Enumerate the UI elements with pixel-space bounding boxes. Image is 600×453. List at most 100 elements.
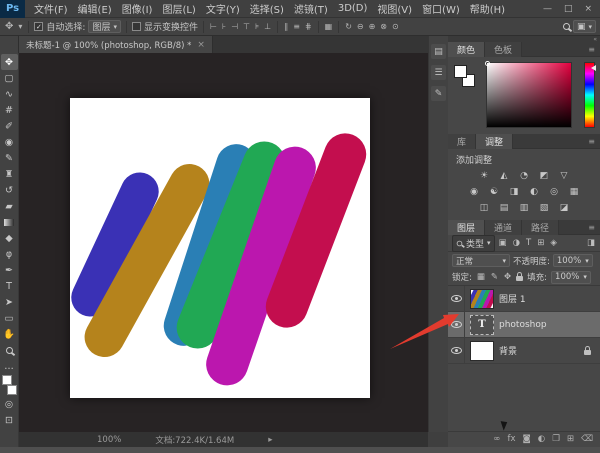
foreground-color-swatch[interactable] [2,375,12,385]
show-transform-checkbox[interactable] [132,22,141,31]
hue-slider[interactable] [584,62,595,128]
tab-paths[interactable]: 路径 [522,220,559,235]
lock-all-icon[interactable] [516,276,523,281]
auto-select-dropdown[interactable]: 图层 ▾ [88,20,121,33]
menu-item[interactable]: 窗口(W) [417,1,465,16]
collapse-panels-icon[interactable]: « [593,36,597,43]
3d-mode-icon[interactable]: ⊖ [356,22,365,31]
align-icon[interactable]: ⊢ [209,22,218,31]
menu-item[interactable]: 帮助(H) [465,1,510,16]
close-tab-icon[interactable]: × [197,40,205,50]
tab-adjustments[interactable]: 调整 [476,134,513,149]
fill-field[interactable]: 100% ▾ [551,271,591,284]
menu-item[interactable]: 编辑(E) [73,1,117,16]
adjustment-icon[interactable]: ◫ [478,202,491,214]
lock-icon[interactable]: ✥ [503,272,512,282]
adjustment-icon[interactable]: ☯ [488,186,501,198]
link-layers-icon[interactable]: ∞ [493,434,500,444]
tab-layers[interactable]: 图层 [448,220,485,235]
hand-tool[interactable]: ✋ [1,326,18,342]
adjustment-icon[interactable]: ◎ [548,186,561,198]
delete-layer-icon[interactable]: ⌫ [581,434,593,444]
3d-mode-icon[interactable]: ⊙ [391,22,400,31]
close-button[interactable]: × [584,4,592,14]
layer-row[interactable]: Tphotoshop [448,312,600,338]
healing-brush-tool[interactable]: ◉ [1,134,18,150]
menu-item[interactable]: 视图(V) [372,1,417,16]
adjustment-icon[interactable]: ◩ [538,170,551,182]
align-icon[interactable]: ⊧ [254,22,260,31]
maximize-button[interactable]: □ [564,4,573,14]
adjustment-icon[interactable]: ◨ [508,186,521,198]
eyedropper-tool[interactable]: ✐ [1,118,18,134]
color-panel-menu-icon[interactable]: ≡ [588,45,600,54]
adjustment-icon[interactable]: ◉ [468,186,481,198]
layer-filter-type-dropdown[interactable]: 类型 ▾ [452,235,495,252]
adjustments-panel-menu-icon[interactable]: ≡ [588,137,600,146]
menu-item[interactable]: 文件(F) [29,1,73,16]
new-layer-icon[interactable]: ⊞ [567,434,574,444]
quick-mask-button[interactable]: ◎ [1,396,18,412]
type-tool[interactable]: T [1,278,18,294]
lasso-tool[interactable]: ∿ [1,86,18,102]
clone-stamp-tool[interactable]: ♜ [1,166,18,182]
lock-icon[interactable]: ✎ [490,272,499,282]
blend-mode-dropdown[interactable]: 正常 ▾ [452,254,510,267]
auto-align-icon[interactable]: ▦ [324,22,334,31]
align-icon[interactable]: ⊣ [230,22,239,31]
layer-filter-icon[interactable]: ⊞ [536,238,545,248]
tab-color[interactable]: 颜色 [448,42,485,57]
auto-select-checkbox[interactable]: ✓ [34,22,43,31]
align-icon[interactable]: ⊤ [242,22,251,31]
color-field[interactable] [486,62,572,128]
move-tool[interactable]: ✥ [1,54,18,70]
3d-mode-icon[interactable]: ⊕ [368,22,377,31]
brush-tool[interactable]: ✎ [1,150,18,166]
layer-filter-icon[interactable]: ◈ [549,238,558,248]
adjustment-icon[interactable]: ▽ [558,170,571,182]
lock-icon[interactable]: ▦ [476,272,486,282]
adjustment-icon[interactable]: ▧ [538,202,551,214]
align-icon[interactable]: ⊦ [221,22,227,31]
filter-toggle-icon[interactable]: ◨ [586,238,596,248]
crop-tool[interactable]: # [1,102,18,118]
hue-slider-handle[interactable] [591,65,596,71]
menu-item[interactable]: 图像(I) [117,1,158,16]
menu-item[interactable]: 文字(Y) [201,1,245,16]
tab-swatches[interactable]: 色板 [485,42,522,57]
minimize-button[interactable]: — [543,4,552,14]
marquee-tool[interactable]: ▢ [1,70,18,86]
adjustment-icon[interactable]: ▥ [518,202,531,214]
add-layer-mask-icon[interactable]: ◙ [523,434,531,444]
adjustment-icon[interactable]: ☀ [478,170,491,182]
adjustment-icon[interactable]: ◪ [558,202,571,214]
new-group-icon[interactable]: ❐ [552,434,560,444]
info-panel-icon[interactable]: ☰ [431,65,446,80]
layer-row[interactable]: 图层 1 [448,286,600,312]
distribute-icon[interactable]: ⋕ [304,22,313,31]
layer-style-icon[interactable]: fx [508,434,516,444]
zoom-level[interactable]: 100% [97,435,121,445]
adjustment-icon[interactable]: ◭ [498,170,511,182]
color-swatches[interactable] [1,374,18,396]
3d-mode-icon[interactable]: ⊗ [379,22,388,31]
blur-tool[interactable]: ◆ [1,230,18,246]
search-icon[interactable] [563,23,570,30]
foreground-color-swatch[interactable] [454,65,467,78]
path-selection-tool[interactable]: ➤ [1,294,18,310]
distribute-icon[interactable]: ≡ [292,22,301,31]
color-field-cursor[interactable] [485,61,490,66]
opacity-field[interactable]: 100% ▾ [553,254,593,267]
gradient-tool[interactable] [1,214,18,230]
layer-filter-icon[interactable]: ▣ [498,238,508,248]
menu-item[interactable]: 3D(D) [333,3,373,14]
shape-tool[interactable]: ▭ [1,310,18,326]
canvas[interactable] [70,98,370,398]
tab-channels[interactable]: 通道 [485,220,522,235]
zoom-tool[interactable] [1,342,18,358]
adjustment-icon[interactable]: ◐ [528,186,541,198]
menu-item[interactable]: 图层(L) [157,1,200,16]
align-icon[interactable]: ⊥ [263,22,272,31]
status-expand-icon[interactable]: ▸ [268,435,272,445]
distribute-icon[interactable]: ∥ [283,22,289,31]
